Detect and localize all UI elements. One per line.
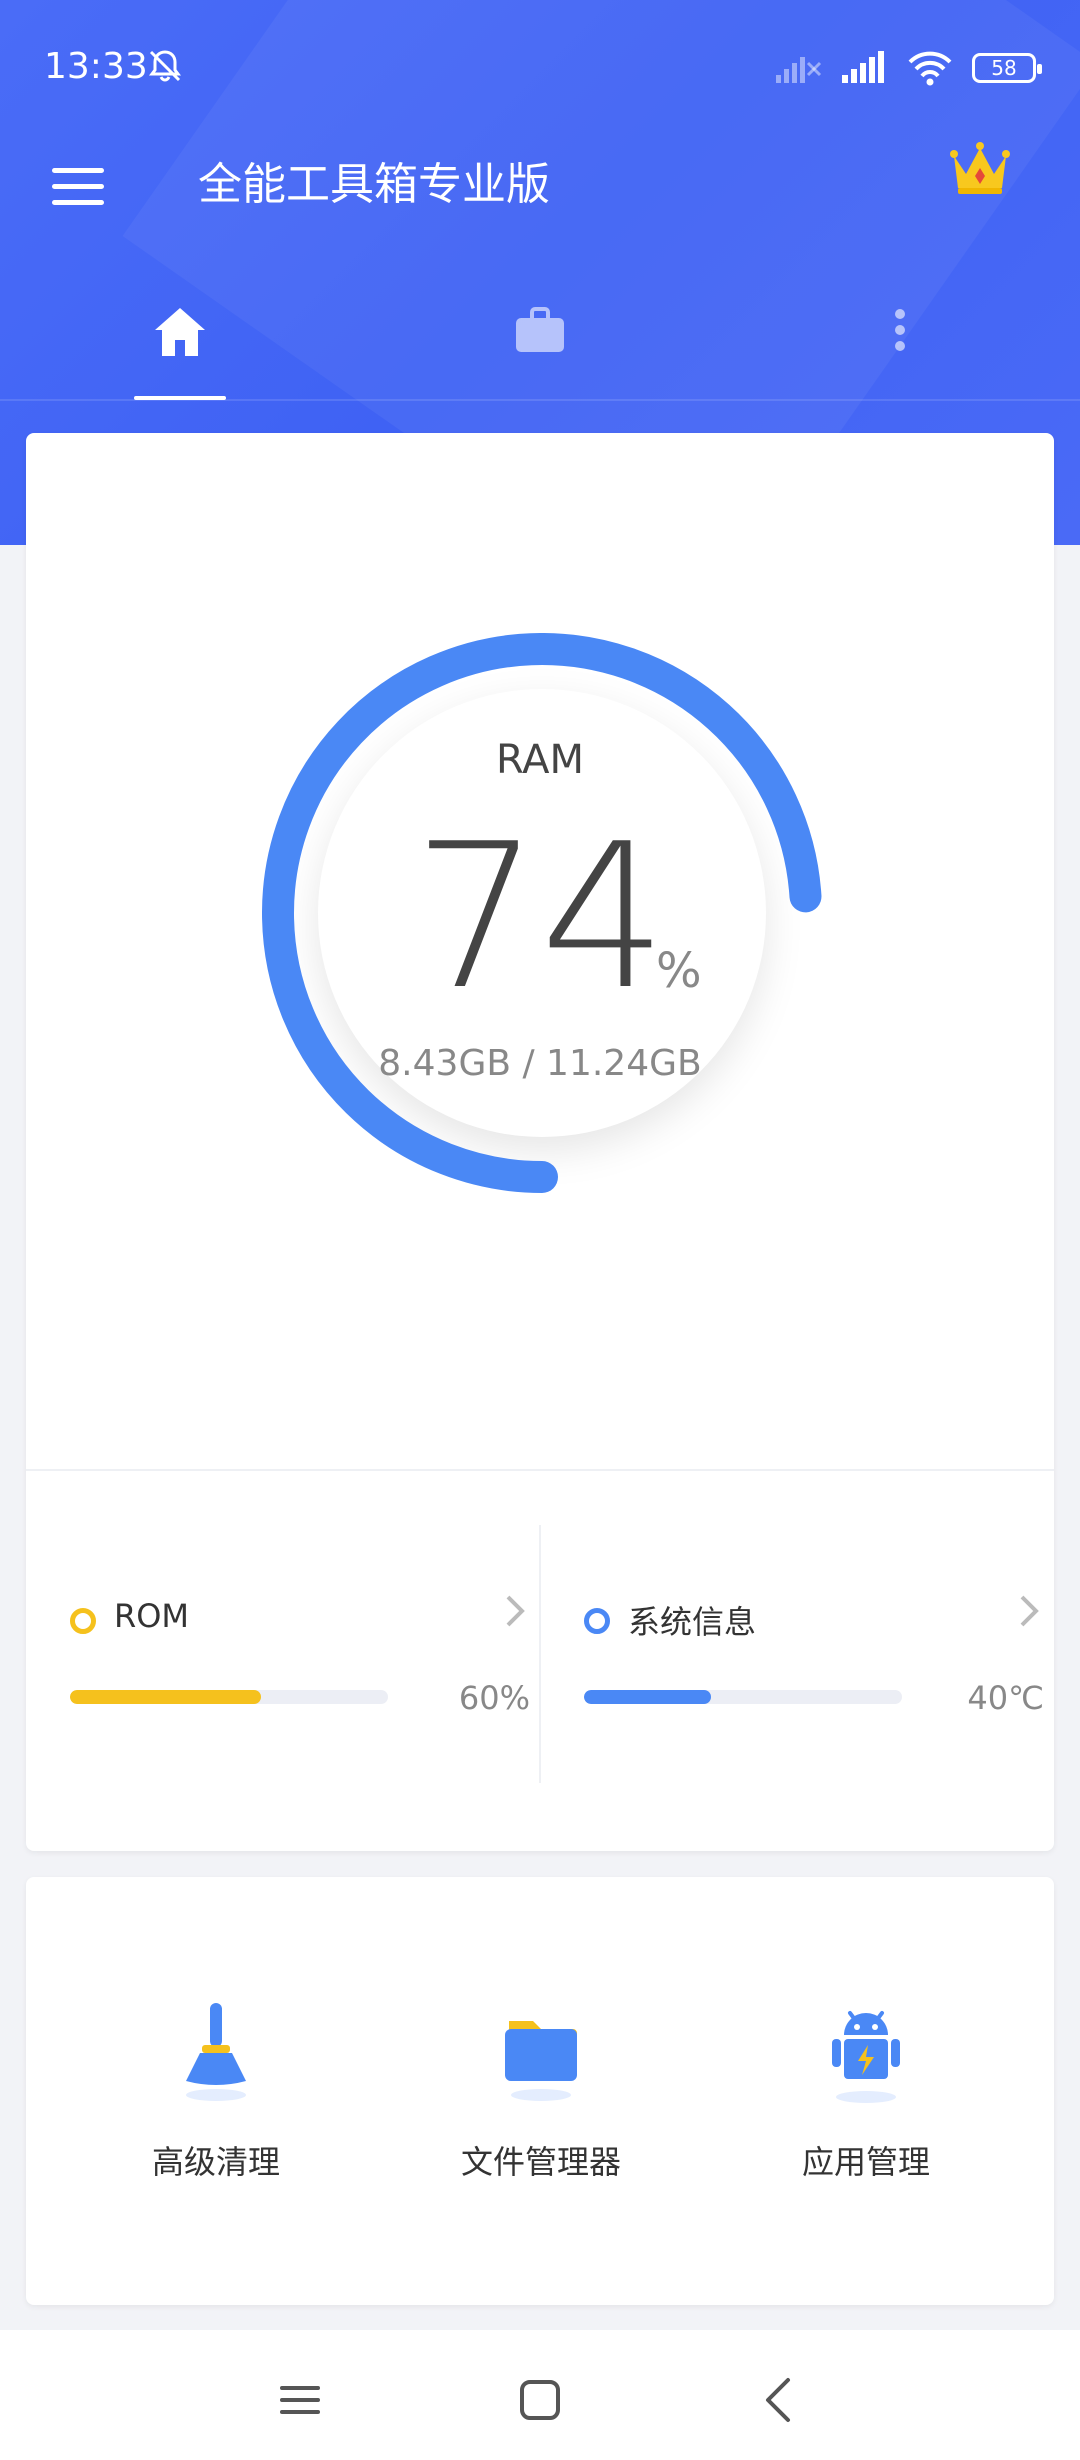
tools-card: 高级清理 文件管理器 应用管理 xyxy=(26,1877,1054,2305)
system-progress-bar xyxy=(584,1690,902,1704)
system-dot-icon xyxy=(584,1608,610,1634)
card-divider xyxy=(26,1469,1054,1471)
status-icons: 58 xyxy=(774,48,1042,88)
home-icon xyxy=(155,308,205,356)
signal-icon xyxy=(842,51,884,83)
chevron-right-icon xyxy=(1020,1595,1039,1627)
tab-tools[interactable] xyxy=(450,290,630,400)
briefcase-icon xyxy=(516,307,564,352)
system-info-stat[interactable]: 系统信息 40℃ xyxy=(584,1533,1044,1793)
android-icon xyxy=(832,2011,900,2103)
broom-icon xyxy=(186,2003,246,2101)
battery-level: 58 xyxy=(991,56,1017,80)
tool-label: 文件管理器 xyxy=(460,2143,621,2181)
tool-app-manager[interactable]: 应用管理 xyxy=(716,1999,1016,2199)
rom-dot-icon xyxy=(70,1608,96,1634)
menu-icon[interactable] xyxy=(52,168,104,208)
rom-value: 60% xyxy=(458,1679,530,1717)
tab-home[interactable] xyxy=(90,290,270,400)
system-temperature: 40℃ xyxy=(967,1679,1044,1717)
system-navigation-bar xyxy=(0,2330,1080,2460)
chevron-right-icon xyxy=(506,1595,525,1627)
column-divider xyxy=(539,1525,541,1783)
ram-label: RAM xyxy=(495,737,585,783)
tool-advanced-clean[interactable]: 高级清理 xyxy=(66,1999,366,2199)
tabs-divider xyxy=(0,399,1080,401)
rom-progress-fill xyxy=(70,1690,261,1704)
back-icon[interactable] xyxy=(750,2370,810,2430)
signal-off-icon xyxy=(776,57,822,83)
crown-icon[interactable] xyxy=(948,138,1012,202)
tool-label: 应用管理 xyxy=(801,2143,930,2181)
rom-progress-bar xyxy=(70,1690,388,1704)
status-bar: 13:33 58 xyxy=(0,0,1080,135)
rom-title: ROM xyxy=(114,1597,190,1635)
status-time: 13:33 xyxy=(44,46,148,87)
app-title: 全能工具箱专业版 xyxy=(198,159,550,210)
ram-percent-value: 74 xyxy=(412,801,668,1034)
rom-stat[interactable]: ROM 60% xyxy=(70,1533,530,1793)
tab-bar xyxy=(0,290,1080,400)
tool-label: 高级清理 xyxy=(151,2143,280,2181)
system-progress-fill xyxy=(584,1690,712,1704)
recent-apps-icon[interactable] xyxy=(270,2370,330,2430)
tab-more[interactable] xyxy=(810,290,990,400)
memory-card: RAM 74 % 8.43GB / 11.24GB ROM 60% 系统信息 4… xyxy=(26,433,1054,1851)
ram-percent-sign: % xyxy=(656,943,702,999)
ram-usage: 8.43GB / 11.24GB xyxy=(378,1043,702,1084)
tool-file-manager[interactable]: 文件管理器 xyxy=(391,1999,691,2199)
system-info-title: 系统信息 xyxy=(628,1603,757,1641)
home-square-icon[interactable] xyxy=(510,2370,570,2430)
more-vertical-icon xyxy=(895,309,905,351)
bell-muted-icon xyxy=(149,50,181,82)
battery-indicator: 58 xyxy=(972,53,1042,83)
wifi-icon xyxy=(908,51,952,86)
folder-icon xyxy=(505,2021,577,2101)
